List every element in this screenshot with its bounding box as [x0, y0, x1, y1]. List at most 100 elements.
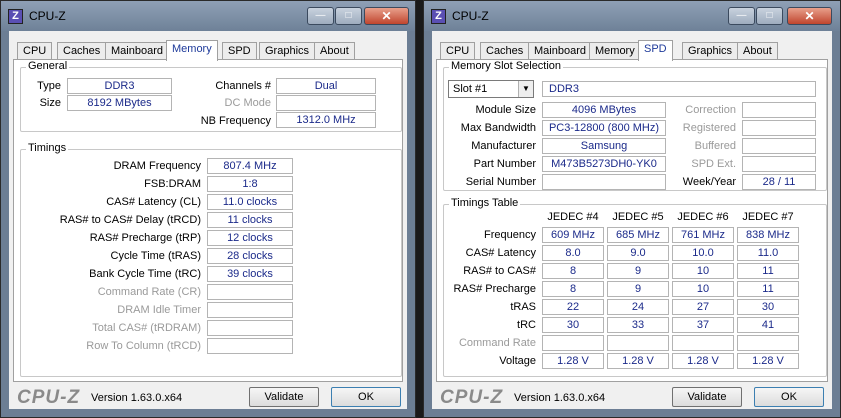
- spd-ext-label: SPD Ext.: [691, 158, 736, 170]
- timing-cell: 10: [672, 281, 734, 297]
- maximize-button[interactable]: □: [335, 7, 362, 25]
- tab-label: CPU: [446, 45, 470, 57]
- tab-label: Mainboard: [111, 45, 163, 57]
- timing-value: 11 clocks: [207, 212, 293, 228]
- timings-group: Timings DRAM Frequency 807.4 MHz FSB:DRAM 1…: [20, 142, 402, 377]
- timing-row-label: RAS# to CAS#: [463, 265, 536, 277]
- tab-mainboard[interactable]: Mainboard: [528, 42, 592, 60]
- cpuz-window-spd: Z CPU-Z — □ ✕ CPU Caches Mainboard Memor…: [423, 0, 841, 418]
- tab-spd[interactable]: SPD: [222, 42, 257, 60]
- version-text: Version 1.63.0.x64: [514, 392, 606, 404]
- timing-label: Command Rate (CR): [97, 286, 201, 298]
- spd-ext-value: [742, 156, 816, 172]
- timing-cell: 1.28 V: [607, 353, 669, 369]
- tab-about[interactable]: About: [314, 42, 355, 60]
- tab-caches[interactable]: Caches: [480, 42, 530, 60]
- timing-label: DRAM Idle Timer: [117, 304, 201, 316]
- tab-label: Mainboard: [534, 45, 586, 57]
- footer-bar: CPU-Z Version 1.63.0.x64 Validate OK: [432, 382, 832, 411]
- timing-cell: 11.0: [737, 245, 799, 261]
- timing-cell: 30: [737, 299, 799, 315]
- nb-frequency-value: 1312.0 MHz: [276, 112, 376, 128]
- buffered-value: [742, 138, 816, 154]
- maximize-button[interactable]: □: [756, 7, 783, 25]
- manufacturer-value: Samsung: [542, 138, 666, 154]
- ok-button[interactable]: OK: [754, 387, 824, 407]
- timing-cell: 9: [607, 281, 669, 297]
- group-title: Timings: [26, 142, 69, 154]
- slot-select-value: Slot #1: [453, 83, 488, 95]
- validate-button[interactable]: Validate: [249, 387, 319, 407]
- tab-caches[interactable]: Caches: [57, 42, 107, 60]
- timing-value: 12 clocks: [207, 230, 293, 246]
- timing-row-label: Command Rate: [458, 337, 536, 349]
- window-title: CPU-Z: [29, 9, 66, 23]
- ok-button[interactable]: OK: [331, 387, 401, 407]
- memory-type-value: DDR3: [542, 81, 816, 97]
- max-bandwidth-label: Max Bandwidth: [460, 122, 536, 134]
- timing-label: Row To Column (tRCD): [86, 340, 201, 352]
- client-area: CPU Caches Mainboard Memory SPD Graphics…: [9, 31, 407, 409]
- size-value: 8192 MBytes: [67, 95, 172, 111]
- tab-spd[interactable]: SPD: [638, 40, 673, 61]
- timing-cell: [672, 335, 734, 351]
- timing-row-label: Voltage: [499, 355, 536, 367]
- tab-memory[interactable]: Memory: [589, 42, 641, 60]
- timing-row-label: RAS# Precharge: [453, 283, 536, 295]
- timing-cell: 10.0: [672, 245, 734, 261]
- timing-value: [207, 284, 293, 300]
- timing-cell: 9: [607, 263, 669, 279]
- timing-cell: 11: [737, 281, 799, 297]
- nb-frequency-label: NB Frequency: [200, 115, 271, 127]
- timing-label: Bank Cycle Time (tRC): [89, 268, 201, 280]
- tab-label: SPD: [644, 43, 667, 55]
- tab-about[interactable]: About: [737, 42, 778, 60]
- cpuz-window-memory: Z CPU-Z — □ ✕ CPU Caches Mainboard Memor…: [0, 0, 416, 418]
- minimize-button[interactable]: —: [728, 7, 755, 25]
- validate-button[interactable]: Validate: [672, 387, 742, 407]
- tab-graphics[interactable]: Graphics: [682, 42, 739, 60]
- timing-cell: 9.0: [607, 245, 669, 261]
- timing-label: CAS# Latency (CL): [106, 196, 201, 208]
- timing-value: [207, 338, 293, 354]
- timing-cell: 41: [737, 317, 799, 333]
- timing-cell: 1.28 V: [672, 353, 734, 369]
- close-button[interactable]: ✕: [364, 7, 409, 25]
- timing-cell: [542, 335, 604, 351]
- timing-cell: 37: [672, 317, 734, 333]
- tab-label: CPU: [23, 45, 47, 57]
- timing-cell: 22: [542, 299, 604, 315]
- tab-memory[interactable]: Memory: [166, 40, 218, 61]
- part-number-label: Part Number: [473, 158, 536, 170]
- group-title: Timings Table: [449, 197, 521, 209]
- tab-label: Graphics: [265, 45, 310, 57]
- group-title: General: [26, 60, 70, 72]
- tab-graphics[interactable]: Graphics: [259, 42, 316, 60]
- timing-cell: 685 MHz: [607, 227, 669, 243]
- slot-select[interactable]: Slot #1 ▼: [448, 80, 534, 98]
- column-header: JEDEC #4: [547, 211, 599, 223]
- timing-cell: 1.28 V: [737, 353, 799, 369]
- timing-cell: 10: [672, 263, 734, 279]
- spd-page: Memory Slot Selection Slot #1 ▼ DDR3 Mod…: [436, 59, 828, 382]
- channels-value: Dual: [276, 78, 376, 94]
- title-bar[interactable]: Z CPU-Z — □ ✕: [424, 1, 840, 31]
- timing-label: DRAM Frequency: [113, 160, 201, 172]
- chevron-down-icon: ▼: [518, 81, 533, 97]
- timing-label: FSB:DRAM: [144, 178, 201, 190]
- title-bar[interactable]: Z CPU-Z — □ ✕: [1, 1, 415, 31]
- tab-label: Caches: [63, 45, 101, 57]
- registered-label: Registered: [682, 122, 736, 134]
- module-size-label: Module Size: [475, 104, 536, 116]
- timing-cell: 8: [542, 263, 604, 279]
- tab-cpu[interactable]: CPU: [17, 42, 53, 60]
- tab-mainboard[interactable]: Mainboard: [105, 42, 169, 60]
- close-button[interactable]: ✕: [787, 7, 832, 25]
- column-header: JEDEC #6: [677, 211, 729, 223]
- tab-label: SPD: [228, 45, 251, 57]
- tab-cpu[interactable]: CPU: [440, 42, 476, 60]
- week-year-value: 28 / 11: [742, 174, 816, 190]
- minimize-button[interactable]: —: [307, 7, 334, 25]
- tab-label: About: [320, 45, 349, 57]
- timing-label: RAS# to CAS# Delay (tRCD): [59, 214, 201, 226]
